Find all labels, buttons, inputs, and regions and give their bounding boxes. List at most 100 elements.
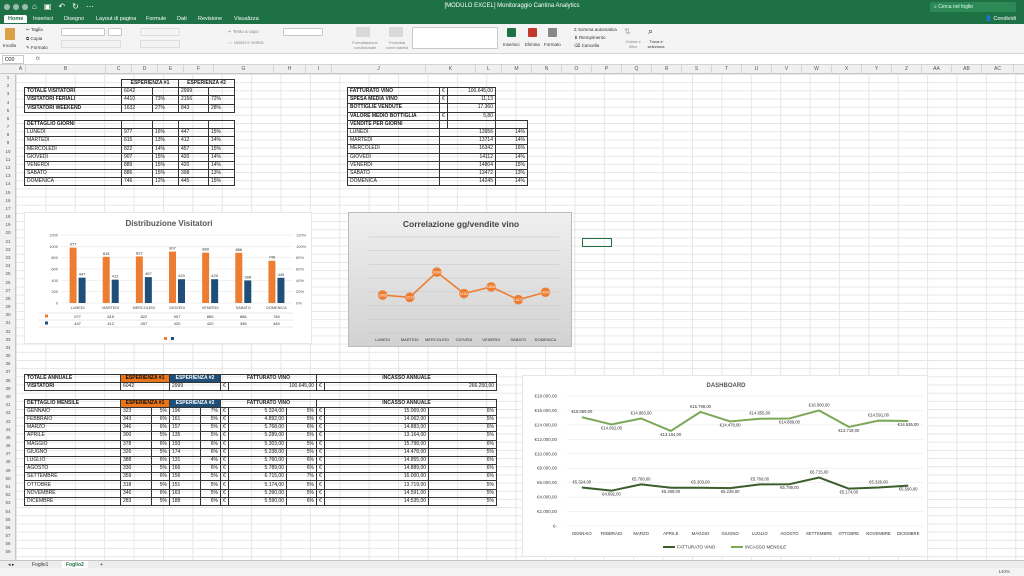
- row-header[interactable]: 43: [0, 419, 16, 424]
- conditional-format-label[interactable]: Formattazione condizionale: [350, 40, 380, 50]
- tab-revisione[interactable]: Revisione: [198, 16, 222, 22]
- bar[interactable]: [178, 279, 185, 303]
- row-header[interactable]: 14: [0, 181, 16, 186]
- format-painter-button[interactable]: ✎ Formato: [26, 45, 48, 51]
- zoom-level[interactable]: 140%: [998, 569, 1010, 574]
- row-header[interactable]: 8: [0, 132, 16, 137]
- column-header[interactable]: A: [16, 65, 26, 74]
- font-style-buttons[interactable]: [61, 40, 121, 48]
- share-button[interactable]: 👤 Condividi: [985, 16, 1016, 22]
- row-header[interactable]: 6: [0, 116, 16, 121]
- row-header[interactable]: 56: [0, 525, 16, 530]
- row-header[interactable]: 4: [0, 100, 16, 105]
- paste-icon[interactable]: [5, 28, 15, 40]
- row-header[interactable]: 29: [0, 304, 16, 309]
- row-header[interactable]: 44: [0, 427, 16, 432]
- column-header[interactable]: O: [562, 65, 592, 74]
- row-header[interactable]: 12: [0, 165, 16, 170]
- selected-cell[interactable]: [582, 238, 612, 247]
- row-header[interactable]: 17: [0, 206, 16, 211]
- tab-inserisci[interactable]: Inserisci: [33, 16, 53, 22]
- row-header[interactable]: 27: [0, 288, 16, 293]
- row-header[interactable]: 3: [0, 91, 16, 96]
- sort-filter-label[interactable]: Ordina e filtra: [624, 39, 642, 49]
- row-header[interactable]: 57: [0, 533, 16, 538]
- row-header[interactable]: 20: [0, 230, 16, 235]
- row-header[interactable]: 47: [0, 451, 16, 456]
- visitor-distribution-chart[interactable]: Distribuzione Visitatori 0 0% 200 20% 400 40% 6…: [24, 212, 312, 344]
- row-header[interactable]: 21: [0, 239, 16, 244]
- tab-visualizza[interactable]: Visualizza: [234, 16, 259, 22]
- insert-cells-icon[interactable]: [507, 28, 516, 37]
- row-header[interactable]: 23: [0, 255, 16, 260]
- format-table-label[interactable]: Formatta come tabella: [384, 40, 410, 50]
- bar[interactable]: [277, 277, 285, 303]
- column-header[interactable]: AB: [952, 65, 982, 74]
- column-header[interactable]: T: [712, 65, 742, 74]
- row-header[interactable]: 18: [0, 214, 16, 219]
- column-header[interactable]: G: [214, 65, 274, 74]
- row-header[interactable]: 16: [0, 198, 16, 203]
- tab-layout[interactable]: Layout di pagina: [96, 16, 136, 22]
- row-header[interactable]: 11: [0, 157, 16, 162]
- bar[interactable]: [169, 251, 176, 303]
- row-header[interactable]: 10: [0, 149, 16, 154]
- row-header[interactable]: 15: [0, 190, 16, 195]
- column-header[interactable]: U: [742, 65, 772, 74]
- column-header[interactable]: R: [652, 65, 682, 74]
- bar[interactable]: [211, 279, 219, 303]
- row-header[interactable]: 48: [0, 459, 16, 464]
- tab-home[interactable]: Home: [4, 15, 28, 23]
- row-header[interactable]: 59: [0, 549, 16, 554]
- column-header[interactable]: S: [682, 65, 712, 74]
- format-label[interactable]: Formato: [544, 42, 561, 47]
- formula-input[interactable]: [48, 55, 1018, 64]
- row-header[interactable]: 53: [0, 500, 16, 505]
- row-header[interactable]: 55: [0, 517, 16, 522]
- tab-disegno[interactable]: Disegno: [64, 16, 84, 22]
- alignment-top-buttons[interactable]: [140, 28, 180, 36]
- row-header[interactable]: 5: [0, 108, 16, 113]
- row-header[interactable]: 51: [0, 484, 16, 489]
- bar[interactable]: [268, 260, 276, 303]
- row-header[interactable]: 31: [0, 320, 16, 325]
- search-sheet-input[interactable]: ⌕ Cerca nel foglio: [930, 2, 1016, 12]
- row-header[interactable]: 46: [0, 443, 16, 448]
- row-header[interactable]: 45: [0, 435, 16, 440]
- fill-button[interactable]: ⬇ Riempimento: [574, 35, 606, 41]
- delete-label[interactable]: Elimina: [525, 42, 540, 47]
- font-size-select[interactable]: [108, 28, 122, 36]
- column-header[interactable]: Q: [622, 65, 652, 74]
- column-header[interactable]: Y: [862, 65, 892, 74]
- column-header[interactable]: E: [158, 65, 184, 74]
- clear-button[interactable]: ⌫ Cancella: [574, 43, 599, 49]
- row-header[interactable]: 25: [0, 271, 16, 276]
- column-header[interactable]: AC: [982, 65, 1014, 74]
- column-header[interactable]: AA: [922, 65, 952, 74]
- number-format-select[interactable]: [283, 28, 323, 36]
- tab-formule[interactable]: Formule: [146, 16, 166, 22]
- column-header[interactable]: L: [476, 65, 502, 74]
- row-header[interactable]: 58: [0, 541, 16, 546]
- column-header[interactable]: W: [802, 65, 832, 74]
- bar[interactable]: [144, 277, 152, 303]
- column-header[interactable]: X: [832, 65, 862, 74]
- format-table-icon[interactable]: [389, 27, 403, 37]
- cell-styles-gallery[interactable]: [412, 27, 498, 49]
- row-header[interactable]: 37: [0, 369, 16, 374]
- row-header[interactable]: 36: [0, 361, 16, 366]
- row-header[interactable]: 2: [0, 83, 16, 88]
- tab-dati[interactable]: Dati: [177, 16, 187, 22]
- row-header[interactable]: 41: [0, 402, 16, 407]
- alignment-bottom-buttons[interactable]: [140, 40, 180, 48]
- row-header[interactable]: 34: [0, 345, 16, 350]
- font-family-select[interactable]: [61, 28, 105, 36]
- row-header[interactable]: 39: [0, 386, 16, 391]
- conditional-format-icon[interactable]: [356, 27, 370, 37]
- bar[interactable]: [235, 252, 243, 303]
- column-header[interactable]: P: [592, 65, 622, 74]
- bar[interactable]: [102, 256, 110, 303]
- column-header[interactable]: Z: [892, 65, 922, 74]
- column-header[interactable]: B: [26, 65, 106, 74]
- bar[interactable]: [78, 277, 86, 303]
